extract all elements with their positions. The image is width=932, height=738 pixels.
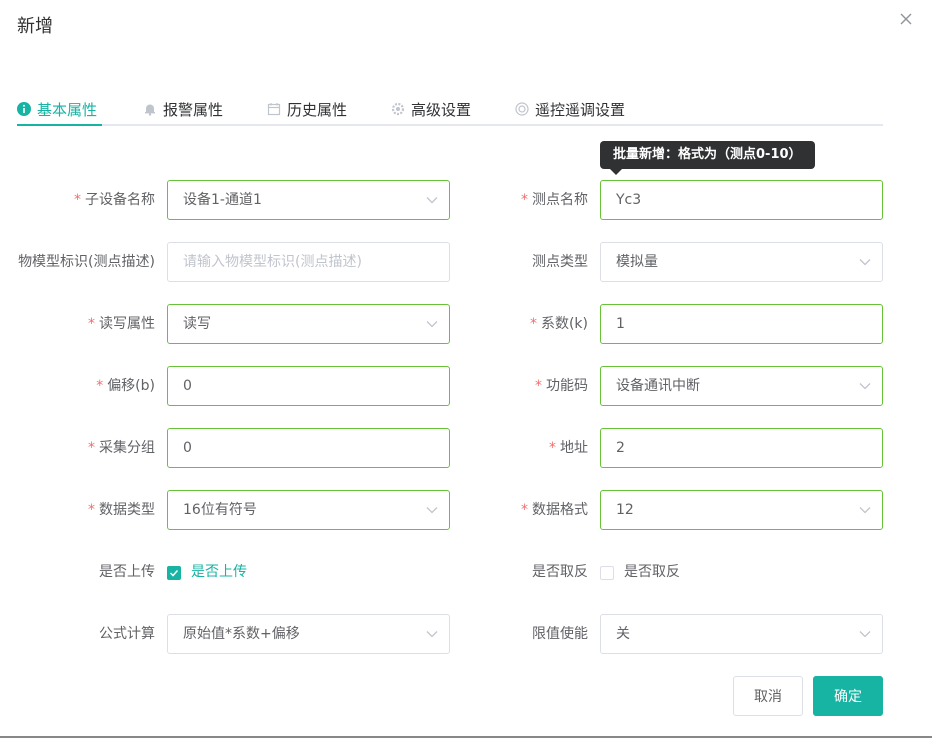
limit-enable-select[interactable]: 关 — [600, 614, 883, 654]
bell-icon — [143, 102, 157, 116]
upload-label: 是否上传 — [99, 564, 155, 580]
chevron-down-icon — [425, 305, 439, 343]
required-mark: * — [521, 192, 528, 208]
confirm-button[interactable]: 确定 — [813, 676, 883, 716]
data-type-select[interactable]: 16位有符号 — [167, 490, 450, 530]
tab-history-properties[interactable]: 历史属性 — [267, 94, 347, 124]
invert-label: 是否取反 — [532, 564, 588, 580]
required-mark: * — [535, 378, 542, 394]
tab-remote-control-settings[interactable]: 遥控遥调设置 — [515, 94, 625, 124]
chevron-down-icon — [858, 615, 872, 653]
tab-label: 基本属性 — [37, 100, 98, 119]
limit-enable-label: 限值使能 — [532, 626, 588, 642]
sub-device-name-label: * 子设备名称 — [74, 192, 155, 208]
info-icon — [17, 102, 31, 116]
collect-group-input[interactable]: 0 — [167, 428, 450, 468]
required-mark: * — [96, 378, 104, 394]
chevron-down-icon — [858, 491, 872, 529]
coefficient-label: * 系数(k) — [529, 316, 588, 332]
data-format-select[interactable]: 12 — [600, 490, 883, 530]
required-mark: * — [88, 440, 95, 456]
model-identifier-label: 物模型标识(测点描述) — [18, 254, 155, 270]
close-icon[interactable] — [897, 12, 915, 30]
dialog-title: 新增 — [17, 16, 53, 37]
required-mark: * — [521, 502, 528, 518]
point-name-label: * 测点名称 — [521, 192, 588, 208]
upload-checkbox-label[interactable]: 是否上传 — [191, 562, 247, 582]
point-name-input[interactable]: Yc3 — [600, 180, 883, 220]
chevron-down-icon — [858, 367, 872, 405]
coefficient-input[interactable]: 1 — [600, 304, 883, 344]
invert-checkbox[interactable] — [600, 566, 614, 580]
offset-label: * 偏移(b) — [96, 378, 155, 394]
tab-alarm-properties[interactable]: 报警属性 — [143, 94, 223, 124]
required-mark: * — [529, 316, 537, 332]
formula-label: 公式计算 — [99, 626, 155, 642]
chevron-down-icon — [425, 615, 439, 653]
read-write-select[interactable]: 读写 — [167, 304, 450, 344]
tab-bar: 基本属性 报警属性 历史属性 高级设置 遥控遥调设置 — [17, 94, 883, 126]
sub-device-name-select[interactable]: 设备1-通道1 — [167, 180, 450, 220]
address-input[interactable]: 2 — [600, 428, 883, 468]
tab-label: 高级设置 — [411, 100, 472, 119]
tooltip-text: 批量新增：格式为（测点0-10） — [613, 147, 802, 162]
data-format-label: * 数据格式 — [521, 502, 588, 518]
point-type-select[interactable]: 模拟量 — [600, 242, 883, 282]
point-type-label: 测点类型 — [532, 254, 588, 270]
required-mark: * — [88, 502, 95, 518]
required-mark: * — [74, 192, 81, 208]
invert-checkbox-label[interactable]: 是否取反 — [624, 562, 680, 582]
required-mark: * — [549, 440, 556, 456]
gear-icon — [391, 102, 405, 116]
formula-select[interactable]: 原始值*系数+偏移 — [167, 614, 450, 654]
required-mark: * — [88, 316, 95, 332]
data-type-label: * 数据类型 — [88, 502, 155, 518]
model-identifier-input[interactable]: 请输入物模型标识(测点描述) — [167, 242, 450, 282]
read-write-label: * 读写属性 — [88, 316, 155, 332]
active-tab-indicator — [17, 124, 102, 126]
chevron-down-icon — [858, 243, 872, 281]
cancel-button[interactable]: 取消 — [733, 676, 803, 716]
tab-label: 历史属性 — [287, 100, 348, 119]
chevron-down-icon — [425, 181, 439, 219]
function-code-label: * 功能码 — [535, 378, 588, 394]
collect-group-label: * 采集分组 — [88, 440, 155, 456]
tab-label: 报警属性 — [163, 100, 224, 119]
batch-add-tooltip: 批量新增：格式为（测点0-10） — [600, 141, 815, 175]
address-label: * 地址 — [549, 440, 588, 456]
tab-label: 遥控遥调设置 — [535, 100, 626, 119]
chevron-down-icon — [425, 491, 439, 529]
calendar-icon — [267, 102, 281, 116]
upload-checkbox[interactable] — [167, 566, 181, 580]
circle-settings-icon — [515, 102, 529, 116]
add-dialog: 新增 基本属性 报警属性 历史属性 高级设置 遥控遥调设置 批量新增：格式为（测… — [0, 0, 932, 738]
offset-input[interactable]: 0 — [167, 366, 450, 406]
tab-advanced-settings[interactable]: 高级设置 — [391, 94, 471, 124]
function-code-select[interactable]: 设备通讯中断 — [600, 366, 883, 406]
tab-basic-properties[interactable]: 基本属性 — [17, 94, 97, 124]
tooltip-arrow — [610, 169, 622, 175]
